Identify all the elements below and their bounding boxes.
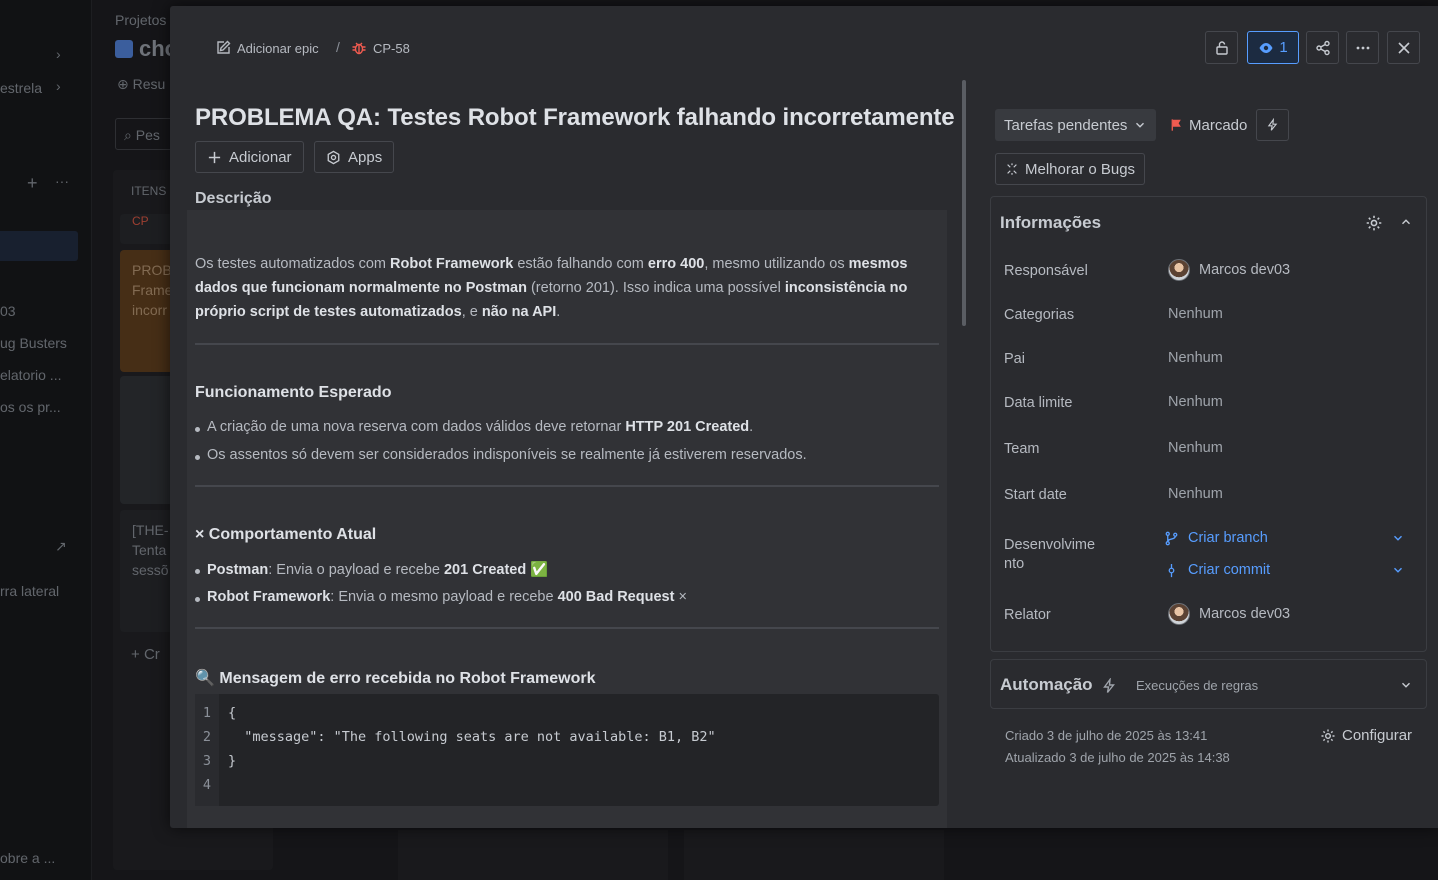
description-heading: Descrição (195, 190, 272, 207)
current-heading: × Comportamento Atual (195, 526, 377, 543)
field-label-assignee: Responsável (1004, 263, 1088, 279)
reporter-value[interactable]: Marcos dev03 (1168, 603, 1290, 625)
divider (195, 485, 939, 487)
line-number: 2 (202, 729, 212, 745)
description-intro: Os testes automatizados com Robot Framew… (195, 256, 908, 320)
chevron-down-icon (1136, 122, 1145, 128)
due-date-value[interactable]: Nenhum (1168, 394, 1223, 410)
start-date-value[interactable]: Nenhum (1168, 486, 1223, 502)
avatar (1168, 603, 1190, 625)
eye-icon (1259, 42, 1273, 53)
automation-heading: Automação (1000, 675, 1093, 694)
status-dropdown[interactable]: Tarefas pendentes (995, 109, 1157, 141)
issue-key-link[interactable]: CP-58 (351, 40, 410, 56)
parent-value[interactable]: Nenhum (1168, 350, 1223, 366)
improve-bugs-button[interactable]: Melhorar o Bugs (995, 153, 1146, 185)
add-button-label: Adicionar (229, 148, 292, 166)
field-label-development-2: nto (1004, 556, 1025, 572)
chevron-down-icon[interactable] (1391, 563, 1405, 582)
list-item: A criação de uma nova reserva com dados … (194, 419, 754, 435)
issue-title[interactable]: PROBLEMA QA: Testes Robot Framework falh… (195, 104, 955, 132)
improve-bugs-label: Melhorar o Bugs (1025, 160, 1136, 178)
apps-button[interactable]: Apps (314, 141, 395, 173)
watch-count: 1 (1279, 39, 1288, 56)
share-icon (1315, 40, 1330, 55)
field-label-start-date: Start date (1004, 487, 1067, 503)
plus-icon (208, 151, 221, 163)
status-label: Tarefas pendentes (1004, 116, 1128, 134)
field-label-reporter: Relator (1004, 607, 1051, 623)
divider (195, 627, 939, 629)
list-item: Robot Framework: Envia o mesmo payload e… (195, 589, 687, 605)
create-branch-link[interactable]: Criar branch (1164, 530, 1268, 546)
code-block[interactable]: 1 2 3 4 { "message": "The following seat… (195, 694, 939, 806)
flag-label: Marcado (1189, 116, 1248, 134)
sparkle-icon (1007, 163, 1017, 175)
list-item: Postman: Envia o payload e recebe 201 Cr… (194, 562, 549, 578)
chevron-down-icon[interactable] (1391, 531, 1405, 550)
code-line: "message": "The following seats are not … (228, 729, 716, 745)
lightning-icon (1267, 118, 1278, 131)
apps-icon (327, 150, 340, 164)
updated-date: Atualizado 3 de julho de 2025 às 14:38 (1005, 750, 1230, 765)
apps-button-label: Apps (348, 148, 383, 166)
field-label-development: Desenvolvime (1004, 537, 1096, 553)
field-label-due-date: Data limite (1004, 395, 1073, 411)
error-heading: 🔍 Mensagem de erro recebida no Robot Fra… (195, 670, 596, 687)
commit-icon (1168, 563, 1175, 577)
edit-icon (217, 40, 231, 54)
create-commit-link[interactable]: Criar commit (1164, 562, 1270, 578)
field-label-categories: Categorias (1004, 307, 1075, 323)
issue-modal: Adicionar epic / CP-58 1 PROBLEMA QA: Te… (170, 6, 1438, 828)
more-actions-button[interactable] (1346, 31, 1379, 64)
flag-button[interactable]: Marcado (1160, 109, 1256, 141)
issue-key: CP-58 (373, 40, 410, 56)
watch-button[interactable]: 1 (1247, 31, 1299, 64)
assignee-value[interactable]: Marcos dev03 (1168, 259, 1290, 281)
add-epic-label: Adicionar epic (237, 40, 319, 56)
scrollbar[interactable] (962, 80, 966, 326)
field-label-parent: Pai (1004, 351, 1025, 367)
expected-heading: Funcionamento Esperado (195, 384, 392, 401)
lightning-icon (1103, 678, 1115, 693)
actions-button[interactable] (1256, 109, 1289, 141)
line-number: 4 (202, 777, 212, 793)
categories-value[interactable]: Nenhum (1168, 306, 1223, 322)
add-button[interactable]: Adicionar (195, 141, 304, 173)
configure-button[interactable]: Configurar (1320, 727, 1412, 744)
divider (195, 343, 939, 345)
share-button[interactable] (1306, 31, 1339, 64)
code-line: { (228, 705, 237, 721)
created-date: Criado 3 de julho de 2025 às 13:41 (1005, 728, 1208, 743)
gear-icon (1321, 729, 1335, 742)
modal-topbar: Adicionar epic / CP-58 1 (170, 6, 1438, 86)
chevron-down-icon (1402, 682, 1410, 688)
description-editor[interactable]: Os testes automatizados com Robot Framew… (187, 210, 947, 828)
code-line: } (228, 753, 237, 769)
field-label-team: Team (1004, 441, 1040, 457)
info-heading[interactable]: Informações (1000, 213, 1101, 233)
more-icon (1356, 46, 1369, 49)
add-epic-link[interactable]: Adicionar epic (215, 40, 319, 56)
automation-panel[interactable]: Automação Execuções de regras (990, 659, 1427, 709)
branch-icon (1165, 531, 1178, 545)
chevron-up-icon[interactable] (1399, 215, 1413, 229)
restrict-button[interactable] (1205, 31, 1238, 64)
list-item: Os assentos só devem ser considerados in… (195, 447, 807, 463)
line-number: 3 (202, 753, 212, 769)
breadcrumb-separator: / (336, 39, 340, 55)
bug-icon (352, 42, 366, 55)
unlock-icon (1215, 40, 1228, 55)
gear-icon[interactable] (1365, 214, 1383, 232)
close-button[interactable] (1387, 31, 1420, 64)
flag-icon (1171, 119, 1181, 131)
line-number: 1 (202, 705, 212, 721)
avatar (1168, 259, 1190, 281)
team-value[interactable]: Nenhum (1168, 440, 1223, 456)
info-panel: Informações Responsável Marcos dev03 Cat… (990, 196, 1427, 652)
rule-executions: Execuções de regras (1136, 678, 1259, 693)
close-icon (1397, 41, 1410, 54)
